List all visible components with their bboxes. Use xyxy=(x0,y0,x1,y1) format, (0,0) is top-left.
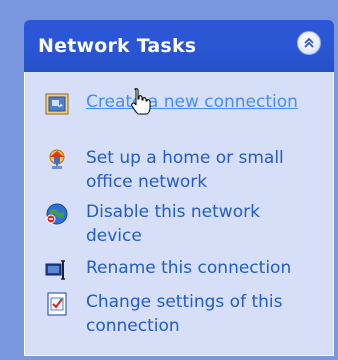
chevron-double-up-icon xyxy=(304,37,314,48)
disable-network-icon xyxy=(46,203,68,225)
task-change-settings[interactable]: Change settings of this connection xyxy=(45,290,325,342)
task-create-new-connection[interactable]: Create a new connection xyxy=(45,90,325,142)
panel-body: Create a new connection Set up a home or… xyxy=(24,72,334,356)
task-label[interactable]: Disable this network device xyxy=(86,200,316,248)
home-network-icon xyxy=(49,149,65,169)
panel-title: Network Tasks xyxy=(38,35,197,57)
task-label[interactable]: Create a new connection xyxy=(86,90,316,114)
panel-header[interactable]: Network Tasks xyxy=(24,20,334,72)
task-label[interactable]: Rename this connection xyxy=(86,256,316,280)
task-disable-network-device[interactable]: Disable this network device xyxy=(45,200,325,252)
task-rename-connection[interactable]: Rename this connection xyxy=(45,256,325,282)
rename-icon xyxy=(45,260,65,280)
network-tasks-panel: Network Tasks Create a new connection Se… xyxy=(24,20,334,356)
task-label[interactable]: Change settings of this connection xyxy=(86,290,316,338)
task-setup-home-network[interactable]: Set up a home or small office network xyxy=(45,146,325,198)
new-connection-icon xyxy=(45,93,69,115)
task-label[interactable]: Set up a home or small office network xyxy=(86,146,316,194)
collapse-button[interactable] xyxy=(297,31,321,55)
settings-icon xyxy=(47,292,67,316)
